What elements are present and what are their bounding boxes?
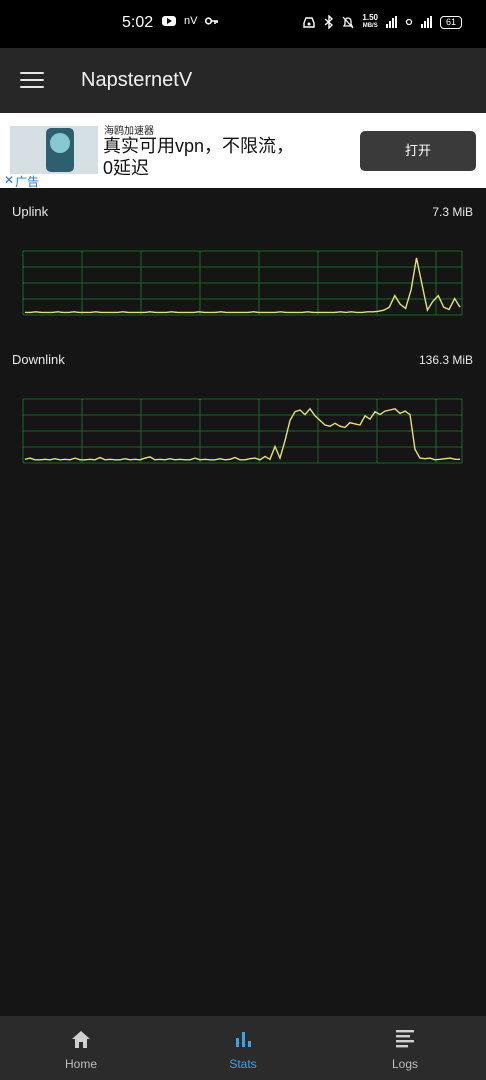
uplink-value: 7.3 MiB — [432, 205, 473, 219]
nav-stats[interactable]: Stats — [162, 1016, 324, 1080]
uplink-series-line — [25, 257, 461, 314]
close-icon[interactable]: ✕ — [4, 173, 14, 190]
status-nv-text: nV — [184, 15, 198, 27]
signal-icon — [386, 16, 397, 28]
uplink-chart — [22, 250, 463, 316]
bottom-navigation: Home Stats Logs — [0, 1016, 486, 1080]
nav-home-label: Home — [64, 1057, 97, 1071]
downlink-value: 136.3 MiB — [418, 353, 473, 367]
home-icon — [72, 1031, 90, 1048]
wifi-icon — [405, 18, 413, 26]
hamburger-menu-icon[interactable] — [20, 72, 44, 90]
status-bar: 5:02 nV 1.50 MB/S 61 — [0, 0, 486, 48]
nav-logs[interactable]: Logs — [324, 1016, 486, 1080]
speed-unit: MB/S — [362, 23, 378, 29]
nav-stats-label: Stats — [229, 1057, 257, 1071]
ad-label: 广告 — [15, 175, 40, 189]
nav-home[interactable]: Home — [0, 1016, 162, 1080]
key-icon — [205, 17, 219, 25]
battery-icon: 61 — [440, 15, 462, 29]
downlink-label: Downlink — [12, 352, 65, 367]
signal-2-icon — [421, 16, 432, 28]
stats-icon — [236, 1032, 251, 1047]
logs-icon — [396, 1030, 414, 1048]
vpn-icon — [303, 17, 316, 28]
status-right-icons: 1.50 MB/S 61 — [302, 14, 462, 30]
bluetooth-icon — [324, 15, 334, 29]
ad-close[interactable]: ✕ 广告 — [4, 173, 39, 190]
ad-image[interactable] — [10, 126, 98, 174]
nav-logs-label: Logs — [391, 1057, 419, 1071]
youtube-icon — [162, 16, 176, 26]
app-title: NapsternetV — [81, 69, 193, 91]
uplink-label: Uplink — [12, 204, 49, 219]
downlink-chart — [22, 398, 463, 464]
network-speed: 1.50 MB/S — [362, 14, 378, 30]
downlink-series-line — [24, 407, 460, 461]
ad-banner[interactable]: 海鸥加速器 真实可用vpn，不限流，0延迟 打开 ✕ 广告 — [0, 113, 486, 190]
status-left-icons: nV — [162, 15, 219, 27]
status-time: 5:02 — [122, 14, 154, 31]
mute-icon — [342, 16, 354, 28]
app-bar: NapsternetV — [0, 48, 486, 113]
speed-value: 1.50 — [362, 13, 378, 22]
ad-open-button[interactable]: 打开 — [360, 131, 476, 171]
ad-headline[interactable]: 真实可用vpn，不限流，0延迟 — [103, 135, 303, 179]
